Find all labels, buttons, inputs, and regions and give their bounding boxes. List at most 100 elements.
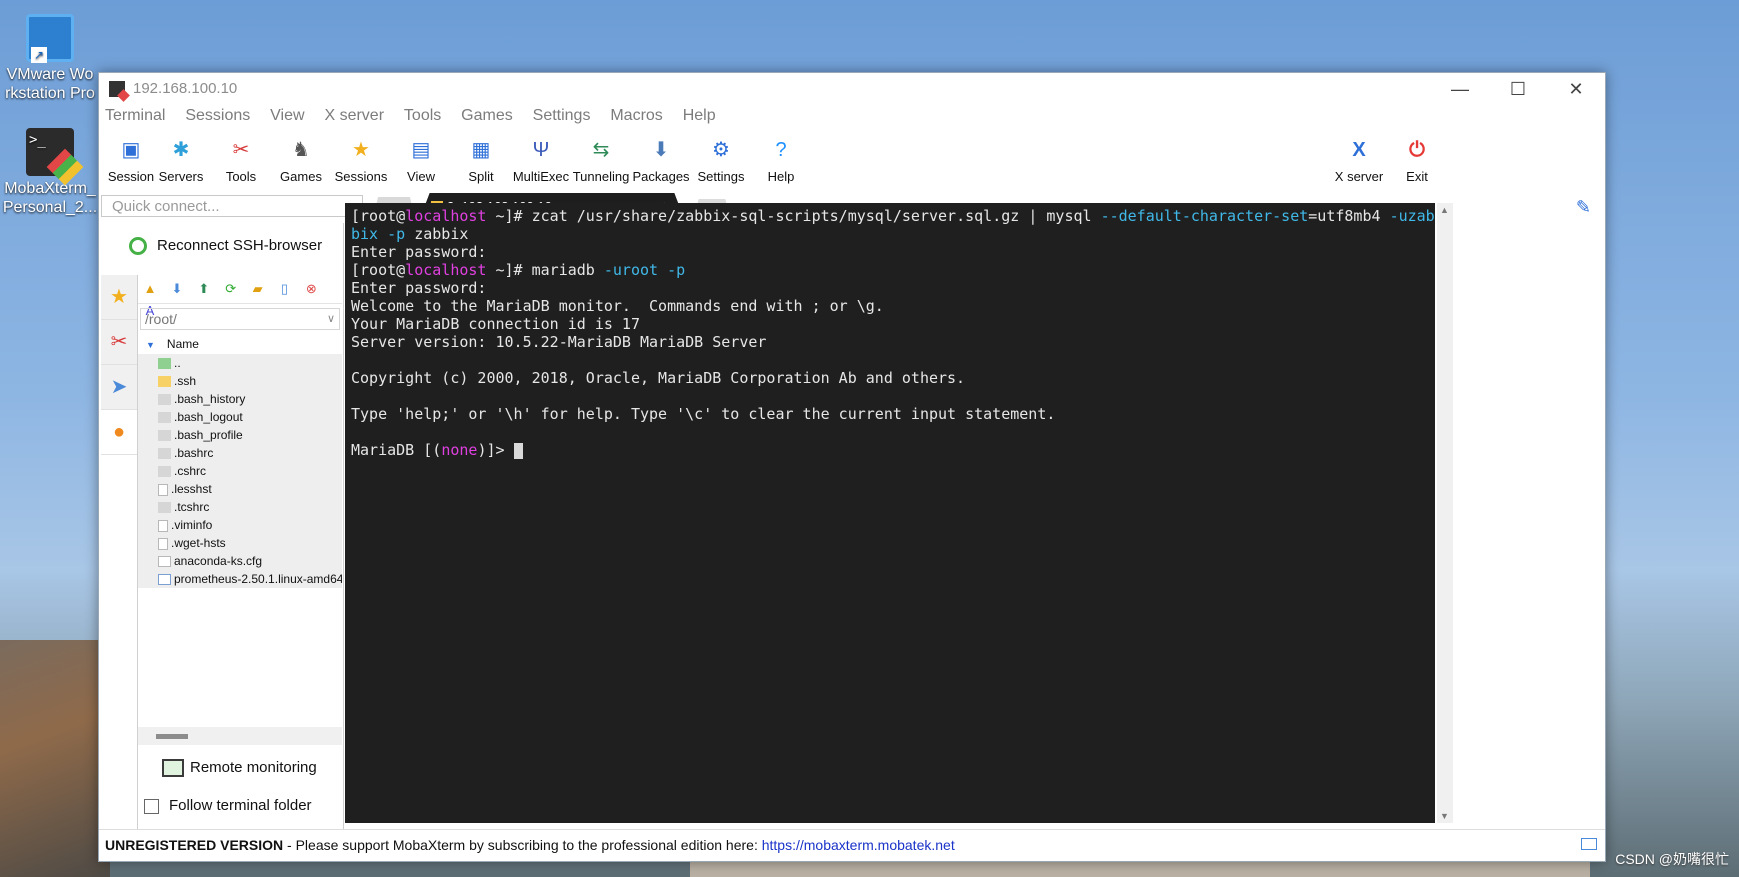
menu-tools[interactable]: Tools: [404, 107, 441, 125]
toolbar-servers-button[interactable]: ✱ Servers: [148, 133, 214, 184]
menu-macros[interactable]: Macros: [610, 107, 662, 125]
games-icon: ♞: [292, 139, 310, 161]
file-row[interactable]: .tcshrc: [138, 498, 342, 516]
terminal-text: -uroot: [603, 261, 659, 279]
parent-folder-icon[interactable]: ▲: [142, 281, 158, 297]
file-icon: [158, 556, 171, 568]
tunneling-icon: ⇆: [592, 139, 610, 161]
maximize-button[interactable]: ☐: [1489, 73, 1547, 105]
scrollbar-thumb[interactable]: [156, 734, 188, 739]
refresh-icon[interactable]: ⟳: [223, 281, 239, 297]
menu-x-server[interactable]: X server: [324, 107, 384, 125]
close-button[interactable]: ✕: [1547, 73, 1605, 105]
sidebar-tab-tools[interactable]: ✂: [101, 320, 137, 365]
terminal[interactable]: [root@localhost ~]# zcat /usr/share/zabb…: [345, 203, 1435, 823]
file-row[interactable]: anaconda-ks.cfg: [138, 552, 342, 570]
file-row[interactable]: .bashrc: [138, 444, 342, 462]
path-input[interactable]: /root/ ∨: [140, 308, 340, 330]
menu-help[interactable]: Help: [683, 107, 716, 125]
x-server-icon: X: [1352, 139, 1366, 161]
file-name: .viminfo: [171, 518, 213, 532]
attachment-icon[interactable]: ✎: [1576, 197, 1591, 218]
sidebar-tab-sessions[interactable]: ★: [101, 275, 137, 320]
upload-icon[interactable]: ⬆: [196, 281, 212, 297]
menu-view[interactable]: View: [270, 107, 304, 125]
toolbar-x-server-button[interactable]: X X server: [1326, 133, 1392, 184]
file-icon: [158, 519, 168, 532]
toolbar-tunneling-button[interactable]: ⇆ Tunneling: [568, 133, 634, 184]
file-icon: [158, 430, 171, 442]
toolbar-exit-button[interactable]: ⏻ Exit: [1384, 133, 1450, 184]
new-folder-icon[interactable]: ▰: [250, 281, 266, 297]
minimize-button[interactable]: —: [1431, 73, 1489, 105]
toolbar-games-button[interactable]: ♞ Games: [268, 133, 334, 184]
reconnect-label: Reconnect SSH-browser: [157, 237, 323, 254]
file-icon: [158, 483, 168, 496]
toolbar-label: Tunneling: [572, 169, 630, 184]
file-row[interactable]: .viminfo: [138, 516, 342, 534]
scroll-up-icon[interactable]: ▲: [1440, 205, 1449, 215]
toolbar-split-button[interactable]: ▦ Split: [448, 133, 514, 184]
toolbar-sessions-button[interactable]: ★ Sessions: [328, 133, 394, 184]
desktop-icon-vmware[interactable]: ↗ VMware Wo rkstation Pro: [0, 14, 100, 103]
exit-icon: ⏻: [1409, 139, 1425, 161]
menu-games[interactable]: Games: [461, 107, 513, 125]
file-row[interactable]: prometheus-2.50.1.linux-amd64: [138, 570, 342, 588]
toolbar-label: MultiExec: [512, 169, 570, 184]
sidebar-tab-macros[interactable]: ➤: [101, 365, 137, 410]
path-value: /root/: [145, 311, 177, 327]
file-row[interactable]: .ssh: [138, 372, 342, 390]
toolbar-tools-button[interactable]: ✂ Tools: [208, 133, 274, 184]
star-icon: ★: [110, 286, 128, 308]
menu-settings[interactable]: Settings: [533, 107, 591, 125]
file-row[interactable]: .cshrc: [138, 462, 342, 480]
toolbar-view-button[interactable]: ▤ View: [388, 133, 454, 184]
file-column-header[interactable]: ▼ Name: [138, 334, 342, 354]
screen-icon[interactable]: [1581, 838, 1597, 850]
menu-sessions[interactable]: Sessions: [185, 107, 250, 125]
title-bar[interactable]: 192.168.100.10 — ☐ ✕: [99, 73, 1605, 105]
checkbox[interactable]: [144, 798, 159, 814]
mobatek-link[interactable]: https://mobaxterm.mobatek.net: [762, 837, 955, 853]
horizontal-scrollbar[interactable]: [138, 727, 342, 745]
terminal-text: bix: [351, 225, 379, 243]
quick-connect-input[interactable]: Quick connect...: [101, 195, 363, 217]
toolbar-label: Exit: [1406, 169, 1428, 184]
file-icon: [158, 394, 171, 406]
file-name: .ssh: [174, 374, 197, 388]
file-row[interactable]: .lesshst: [138, 480, 342, 498]
terminal-text: none: [441, 441, 478, 459]
remote-monitoring-button[interactable]: Remote monitoring: [162, 759, 317, 778]
follow-terminal-folder-checkbox[interactable]: Follow terminal folder: [144, 797, 312, 814]
file-row[interactable]: .bash_logout: [138, 408, 342, 426]
desktop-icon-label: MobaXterm_: [4, 180, 96, 197]
file-name: prometheus-2.50.1.linux-amd64: [174, 572, 342, 586]
sidebar-tab-sftp[interactable]: ●: [101, 410, 137, 455]
menu-terminal[interactable]: Terminal: [105, 107, 165, 125]
new-file-icon[interactable]: ▯: [276, 281, 292, 297]
file-row[interactable]: ..: [138, 354, 342, 372]
terminal-line: [root@localhost ~]# zcat /usr/share/zabb…: [351, 207, 1435, 225]
desktop-icon-mobaxterm[interactable]: >_ MobaXterm_ Personal_2...: [0, 128, 100, 217]
file-icon: [158, 466, 171, 478]
toolbar-settings-button[interactable]: ⚙ Settings: [688, 133, 754, 184]
file-row[interactable]: .wget-hsts: [138, 534, 342, 552]
terminal-scrollbar[interactable]: ▲ ▼: [1437, 203, 1453, 823]
toolbar-multiexec-button[interactable]: Ψ MultiExec: [508, 133, 574, 184]
file-row[interactable]: .bash_profile: [138, 426, 342, 444]
terminal-text: [root@: [351, 207, 406, 225]
scroll-down-icon[interactable]: ▼: [1440, 811, 1449, 821]
chevron-down-icon: ∨: [326, 313, 335, 325]
toolbar-packages-button[interactable]: ⬇ Packages: [628, 133, 694, 184]
download-icon[interactable]: ⬇: [169, 281, 185, 297]
terminal-text: zabbix: [405, 225, 469, 243]
file-icon: [158, 502, 171, 514]
parent-directory-icon: [158, 358, 171, 370]
delete-icon[interactable]: ⊗: [303, 281, 319, 297]
reconnect-ssh-browser-button[interactable]: Reconnect SSH-browser: [129, 237, 323, 256]
toolbar-help-button[interactable]: ? Help: [748, 133, 814, 184]
file-row[interactable]: .bash_history: [138, 390, 342, 408]
